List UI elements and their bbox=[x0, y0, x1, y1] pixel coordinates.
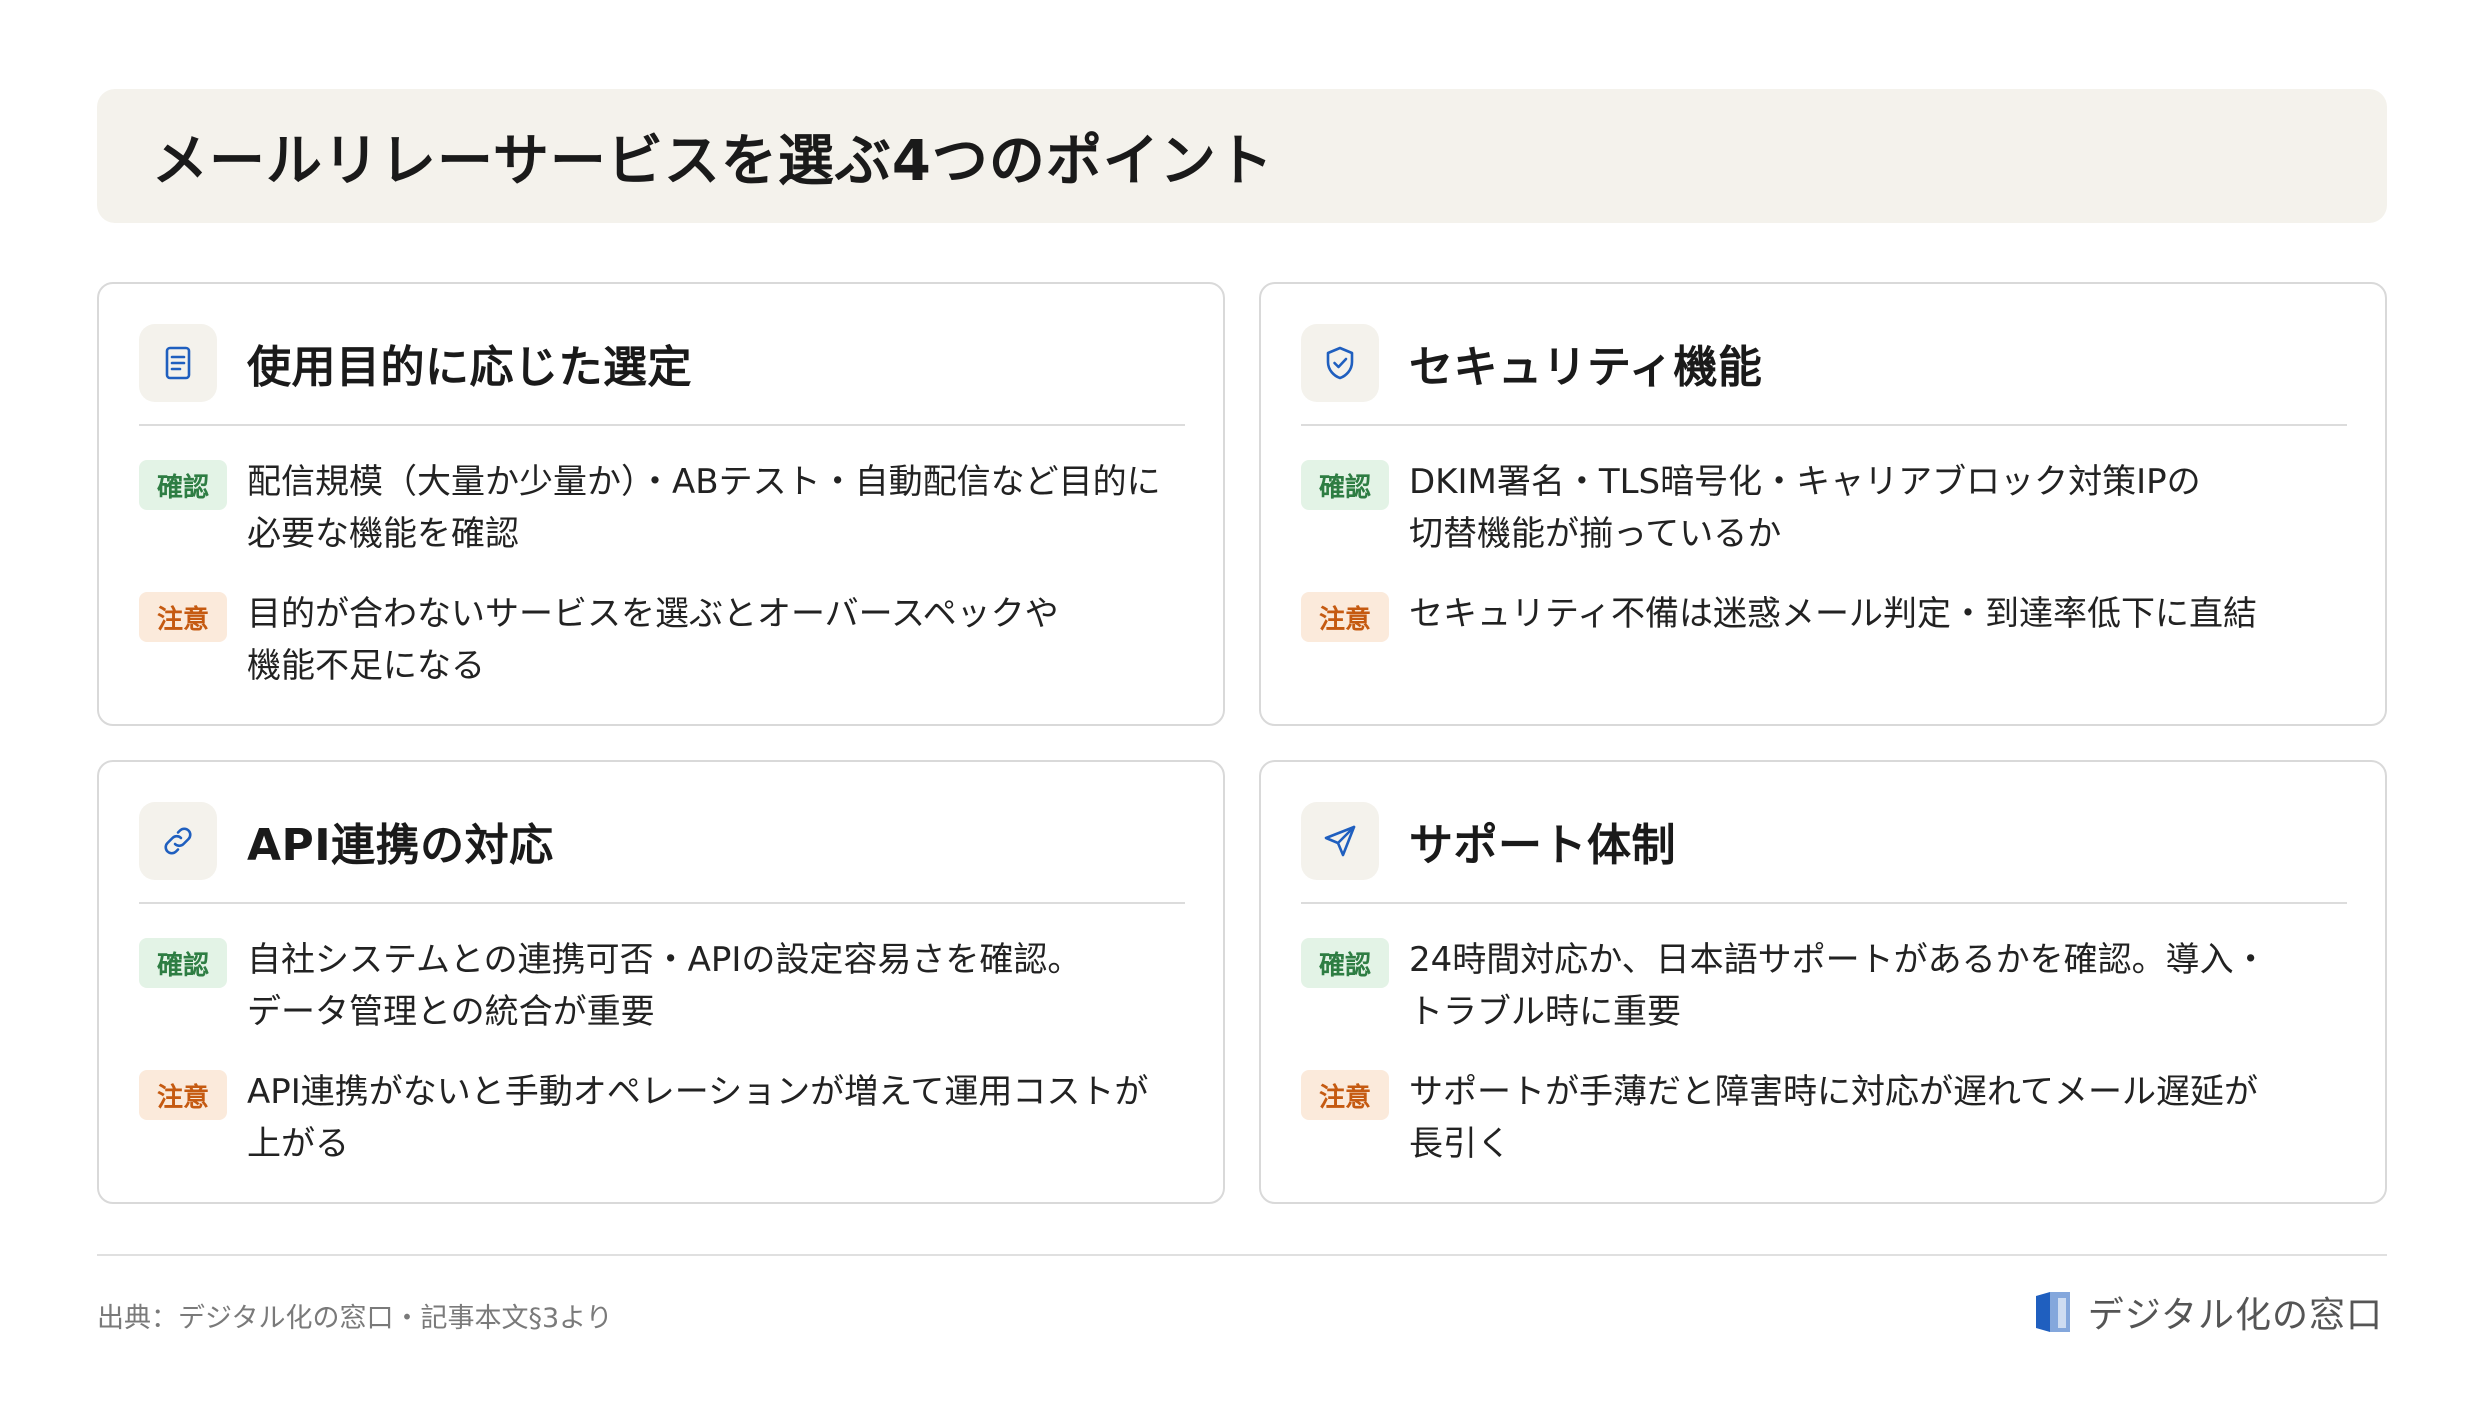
caution-badge: 注意 bbox=[139, 1070, 227, 1120]
caution-text: 目的が合わないサービスを選ぶとオーバースペックや 機能不足になる bbox=[247, 594, 1059, 686]
card-title: サポート体制 bbox=[1409, 820, 1676, 871]
confirm-badge: 確認 bbox=[139, 460, 227, 510]
caution-row: 注意 目的が合わないサービスを選ぶとオーバースペックや 機能不足になる bbox=[139, 588, 1183, 692]
title-banner: メールリレーサービスを選ぶ4つのポイント bbox=[97, 89, 2387, 223]
confirm-row: 確認 DKIM署名・TLS暗号化・キャリアブロック対策IPの 切替機能が揃ってい… bbox=[1301, 456, 2345, 560]
card-divider bbox=[1301, 902, 2347, 904]
confirm-text: 配信規模（大量か少量か）・ABテスト・自動配信など目的に 必要な機能を確認 bbox=[247, 462, 1161, 554]
points-grid: 使用目的に応じた選定 確認 配信規模（大量か少量か）・ABテスト・自動配信など目… bbox=[97, 282, 2387, 1204]
page-title: メールリレーサービスを選ぶ4つのポイント bbox=[152, 128, 1274, 194]
card-title: API連携の対応 bbox=[247, 820, 554, 871]
confirm-text: 自社システムとの連携可否・APIの設定容易さを確認。 データ管理との統合が重要 bbox=[247, 940, 1082, 1032]
brand-name: デジタル化の窓口 bbox=[2087, 1295, 2383, 1336]
confirm-text: DKIM署名・TLS暗号化・キャリアブロック対策IPの 切替機能が揃っているか bbox=[1409, 462, 2201, 554]
card-header: 使用目的に応じた選定 bbox=[139, 324, 1183, 402]
caution-text: API連携がないと手動オペレーションが増えて運用コストが 上がる bbox=[247, 1072, 1149, 1164]
caution-row: 注意 サポートが手薄だと障害時に対応が遅れてメール遅延が 長引く bbox=[1301, 1066, 2345, 1170]
confirm-badge: 確認 bbox=[139, 938, 227, 988]
caution-badge: 注意 bbox=[1301, 1070, 1389, 1120]
caution-row: 注意 セキュリティ不備は迷惑メール判定・到達率低下に直結 bbox=[1301, 588, 2345, 642]
footer-divider bbox=[97, 1254, 2387, 1256]
card-header: API連携の対応 bbox=[139, 802, 1183, 880]
card-divider bbox=[139, 424, 1185, 426]
brand-mark-icon bbox=[2035, 1292, 2070, 1332]
link-icon bbox=[139, 802, 217, 880]
card-title: セキュリティ機能 bbox=[1409, 342, 1763, 393]
source-citation: 出典：デジタル化の窓口・記事本文§3より bbox=[97, 1303, 613, 1334]
point-card-support: サポート体制 確認 24時間対応か、日本語サポートがあるかを確認。導入・ トラブ… bbox=[1259, 760, 2387, 1204]
point-card-purpose: 使用目的に応じた選定 確認 配信規模（大量か少量か）・ABテスト・自動配信など目… bbox=[97, 282, 1225, 726]
confirm-row: 確認 24時間対応か、日本語サポートがあるかを確認。導入・ トラブル時に重要 bbox=[1301, 934, 2345, 1038]
brand-logo: デジタル化の窓口 bbox=[2032, 1286, 2383, 1338]
card-title: 使用目的に応じた選定 bbox=[247, 342, 692, 393]
caution-text: セキュリティ不備は迷惑メール判定・到達率低下に直結 bbox=[1409, 594, 2257, 634]
card-header: サポート体制 bbox=[1301, 802, 2345, 880]
confirm-row: 確認 自社システムとの連携可否・APIの設定容易さを確認。 データ管理との統合が… bbox=[139, 934, 1183, 1038]
confirm-row: 確認 配信規模（大量か少量か）・ABテスト・自動配信など目的に 必要な機能を確認 bbox=[139, 456, 1183, 560]
caution-text: サポートが手薄だと障害時に対応が遅れてメール遅延が 長引く bbox=[1409, 1072, 2258, 1164]
caution-badge: 注意 bbox=[1301, 592, 1389, 642]
card-divider bbox=[139, 902, 1185, 904]
card-divider bbox=[1301, 424, 2347, 426]
send-icon bbox=[1301, 802, 1379, 880]
confirm-text: 24時間対応か、日本語サポートがあるかを確認。導入・ トラブル時に重要 bbox=[1409, 940, 2268, 1032]
document-icon bbox=[139, 324, 217, 402]
shield-check-icon bbox=[1301, 324, 1379, 402]
infographic-page: メールリレーサービスを選ぶ4つのポイント 使用目的に応じた選定 確認 配信規模（… bbox=[0, 0, 2480, 1428]
confirm-badge: 確認 bbox=[1301, 460, 1389, 510]
card-header: セキュリティ機能 bbox=[1301, 324, 2345, 402]
caution-row: 注意 API連携がないと手動オペレーションが増えて運用コストが 上がる bbox=[139, 1066, 1183, 1170]
confirm-badge: 確認 bbox=[1301, 938, 1389, 988]
caution-badge: 注意 bbox=[139, 592, 227, 642]
point-card-api: API連携の対応 確認 自社システムとの連携可否・APIの設定容易さを確認。 デ… bbox=[97, 760, 1225, 1204]
point-card-security: セキュリティ機能 確認 DKIM署名・TLS暗号化・キャリアブロック対策IPの … bbox=[1259, 282, 2387, 726]
